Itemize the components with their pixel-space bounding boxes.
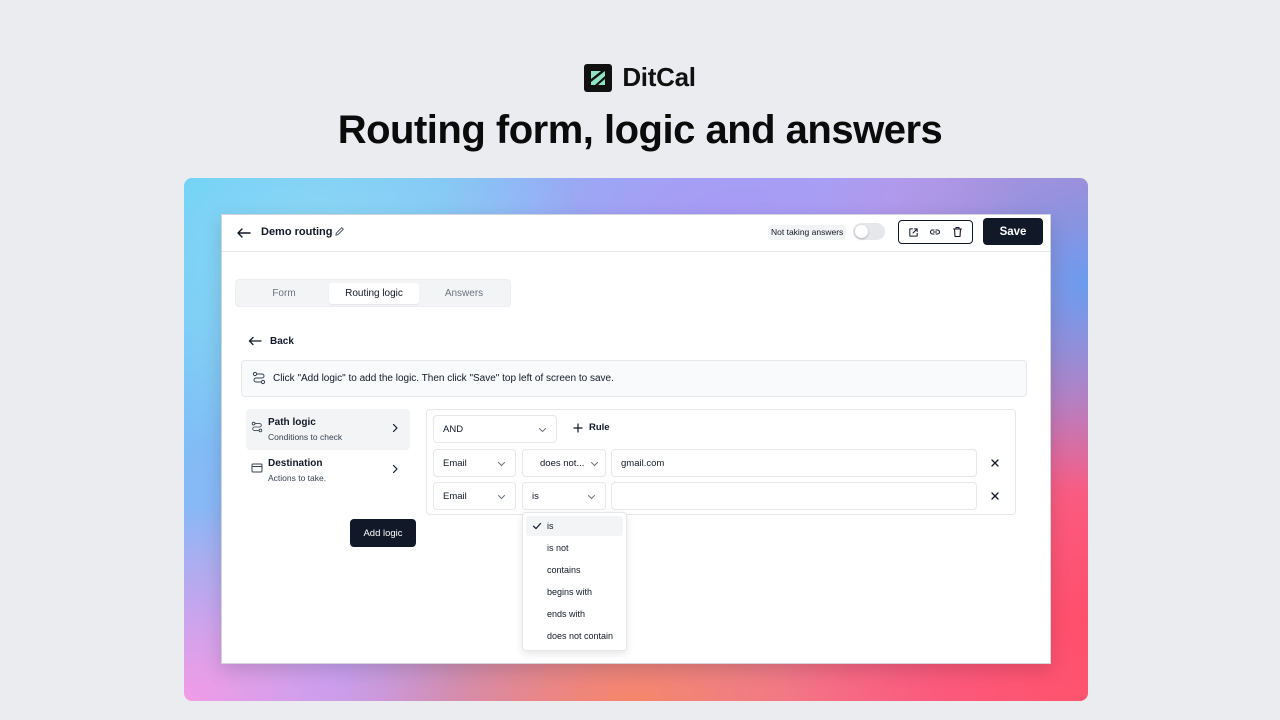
dropdown-option-label: is not <box>547 543 569 553</box>
sidebar-item-subtitle: Conditions to check <box>268 432 343 442</box>
info-banner: Click "Add logic" to add the logic. Then… <box>241 360 1027 397</box>
trash-icon <box>952 226 962 238</box>
copy-link-button[interactable] <box>928 225 942 239</box>
tab-answers[interactable]: Answers <box>419 283 509 304</box>
ditcal-logo-icon <box>584 63 613 92</box>
sidebar-item-path-logic[interactable]: Path logic Conditions to check <box>246 409 410 450</box>
chevron-down-icon <box>498 462 505 467</box>
dropdown-option-begins-with[interactable]: begins with <box>526 582 623 602</box>
rule-field-select[interactable]: Email <box>433 482 516 510</box>
dropdown-option-is[interactable]: is <box>526 516 623 536</box>
tab-bar: Form Routing logic Answers <box>235 279 511 307</box>
dropdown-option-contains[interactable]: contains <box>526 560 623 580</box>
rule-operator-select[interactable]: does not... <box>522 449 606 477</box>
chevron-down-icon <box>498 495 505 500</box>
add-rule-label: Rule <box>589 422 610 433</box>
add-logic-button[interactable]: Add logic <box>350 519 416 547</box>
chevron-right-icon <box>392 464 398 474</box>
not-taking-answers-label: Not taking answers <box>768 225 847 240</box>
delete-button[interactable] <box>950 225 964 239</box>
route-icon <box>252 371 266 385</box>
dropdown-option-label: begins with <box>547 587 593 597</box>
dropdown-option-label: contains <box>547 565 581 575</box>
operator-dropdown-menu: is is not contains begins with ends with… <box>522 512 627 651</box>
tab-routing-logic[interactable]: Routing logic <box>329 283 419 304</box>
route-icon <box>251 421 263 433</box>
page-headline: Routing form, logic and answers <box>337 108 943 152</box>
window-icon <box>251 463 263 473</box>
brand-name: DitCal <box>622 62 696 92</box>
top-bar: Demo routing Not taking answers Save <box>222 215 1050 252</box>
plus-icon <box>573 422 583 433</box>
form-title: Demo routing <box>261 226 333 238</box>
dropdown-option-does-not-contain[interactable]: does not contain <box>526 626 623 646</box>
rule-operator-select[interactable]: is <box>522 482 606 510</box>
link-icon <box>930 229 941 235</box>
dropdown-option-is-not[interactable]: is not <box>526 538 623 558</box>
brand-header: DitCal <box>0 62 1280 93</box>
rule-value-input[interactable] <box>611 449 977 477</box>
rule-operator-value: does not... <box>540 458 585 469</box>
check-icon <box>532 522 542 530</box>
dropdown-option-ends-with[interactable]: ends with <box>526 604 623 624</box>
chevron-down-icon <box>539 428 546 433</box>
save-button[interactable]: Save <box>983 218 1043 245</box>
chevron-down-icon <box>588 495 595 500</box>
dropdown-option-label: does not contain <box>547 631 614 641</box>
combinator-value: AND <box>443 424 464 435</box>
external-link-icon <box>909 227 918 237</box>
back-label: Back <box>270 335 294 347</box>
not-taking-answers-toggle[interactable] <box>853 223 885 240</box>
rule-field-select[interactable]: Email <box>433 449 516 477</box>
dropdown-option-label: is <box>547 521 554 531</box>
chevron-right-icon <box>392 423 398 433</box>
action-icon-group <box>898 220 973 244</box>
sidebar-item-destination[interactable]: Destination Actions to take. <box>246 450 410 491</box>
chevron-down-icon <box>591 462 598 467</box>
add-rule-button[interactable]: Rule <box>573 422 610 433</box>
pencil-icon[interactable] <box>334 226 345 237</box>
sidebar-item-title: Path logic <box>268 417 316 428</box>
rule-operator-value: is <box>532 491 539 502</box>
combinator-select[interactable]: AND <box>433 415 557 443</box>
rules-panel: AND Rule Email does not... Email is <box>426 409 1016 515</box>
external-link-button[interactable] <box>907 225 921 239</box>
dropdown-option-label: ends with <box>547 609 586 619</box>
toggle-knob <box>855 225 868 238</box>
rule-value-input[interactable] <box>611 482 977 510</box>
sidebar-item-title: Destination <box>268 458 323 469</box>
close-icon[interactable] <box>989 457 1001 469</box>
info-text: Click "Add logic" to add the logic. Then… <box>273 373 614 384</box>
rule-field-value: Email <box>443 458 467 469</box>
back-link[interactable]: Back <box>248 335 294 347</box>
back-arrow-icon[interactable] <box>236 225 252 241</box>
app-window: Demo routing Not taking answers Save For… <box>221 214 1051 664</box>
sidebar-item-subtitle: Actions to take. <box>268 473 327 483</box>
back-arrow-small-icon <box>248 336 262 346</box>
tab-form[interactable]: Form <box>239 283 329 304</box>
rule-field-value: Email <box>443 491 467 502</box>
close-icon[interactable] <box>989 490 1001 502</box>
